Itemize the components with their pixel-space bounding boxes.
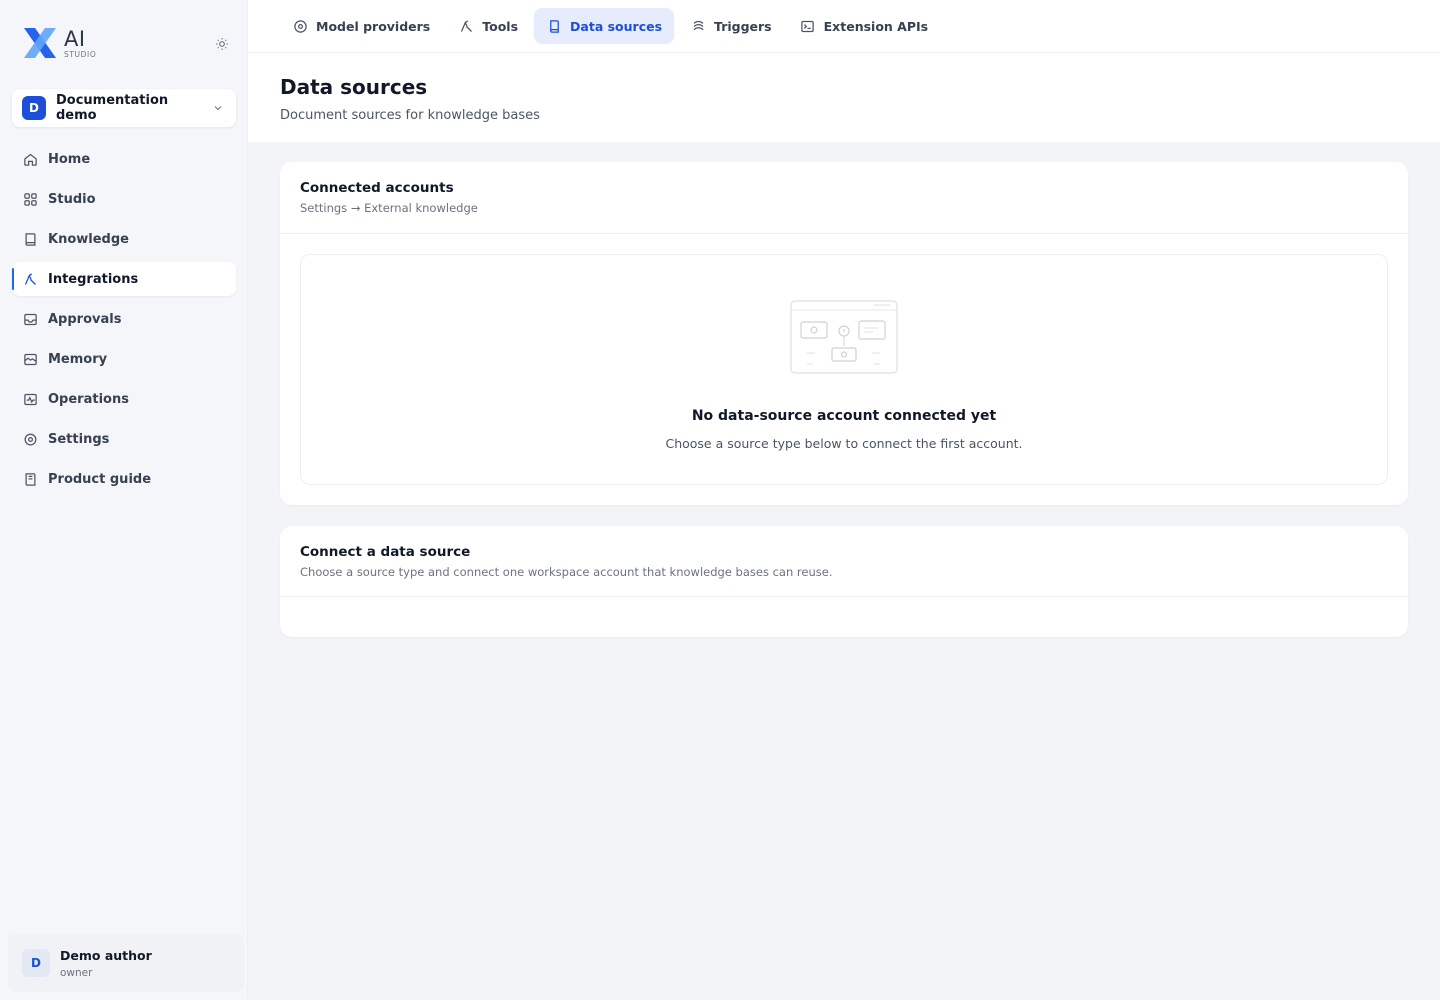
tab-label: Model providers xyxy=(316,18,431,34)
sidebar-item-knowledge[interactable]: Knowledge xyxy=(12,222,236,256)
activity-icon xyxy=(22,391,38,407)
tab-label: Extension APIs xyxy=(823,18,929,34)
sidebar-item-label: Studio xyxy=(48,191,96,207)
sidebar-item-integrations[interactable]: Integrations xyxy=(12,262,236,296)
gear-icon xyxy=(22,431,38,447)
tab-label: Triggers xyxy=(714,18,772,34)
card-header: Connected accounts Settings → External k… xyxy=(280,162,1408,234)
terminal-icon xyxy=(800,18,816,34)
empty-state: No data-source account connected yet Cho… xyxy=(300,254,1388,485)
sidebar-item-label: Home xyxy=(48,151,91,167)
sidebar-item-operations[interactable]: Operations xyxy=(12,382,236,416)
memory-icon xyxy=(22,351,38,367)
top-tab-bar: Model providers Tools Data sources Trigg… xyxy=(248,0,1440,53)
tab-data-sources[interactable]: Data sources xyxy=(534,8,675,44)
sidebar-item-memory[interactable]: Memory xyxy=(12,342,236,376)
home-icon xyxy=(22,151,38,167)
page-header: Data sources Document sources for knowle… xyxy=(248,53,1440,142)
sidebar-item-product-guide[interactable]: Product guide xyxy=(12,462,236,496)
theme-toggle-button[interactable] xyxy=(212,34,232,54)
data-source-icon xyxy=(546,18,562,34)
sidebar-nav: Home Studio Knowledge Integrations Appro… xyxy=(12,142,236,502)
connected-accounts-card: Connected accounts Settings → External k… xyxy=(280,162,1408,505)
sidebar-item-label: Operations xyxy=(48,391,129,407)
sidebar-item-label: Settings xyxy=(48,431,110,447)
book-icon xyxy=(22,231,38,247)
sidebar-item-label: Integrations xyxy=(48,271,139,287)
card-title: Connect a data source xyxy=(300,544,471,560)
tab-model-providers[interactable]: Model providers xyxy=(280,8,442,44)
tab-tools[interactable]: Tools xyxy=(446,8,530,44)
integrations-icon xyxy=(22,271,38,287)
sidebar-item-label: Memory xyxy=(48,351,108,367)
tab-triggers[interactable]: Triggers xyxy=(678,8,784,44)
connect-data-source-card: Connect a data source Choose a source ty… xyxy=(280,526,1408,637)
guide-book-icon xyxy=(22,471,38,487)
inbox-icon xyxy=(22,311,38,327)
tab-label: Data sources xyxy=(570,18,663,34)
tab-extension-apis[interactable]: Extension APIs xyxy=(788,8,940,44)
logo-text: AI xyxy=(64,27,86,51)
tools-icon xyxy=(458,18,474,34)
empty-state-title: No data-source account connected yet xyxy=(691,408,997,424)
grid-icon xyxy=(22,191,38,207)
workspace-name: Documentation demo xyxy=(56,93,169,123)
sun-icon xyxy=(216,38,228,50)
workspace-switcher[interactable]: D Documentation demo xyxy=(12,89,236,127)
workspace-avatar: D xyxy=(22,96,46,120)
integration-tabs: Model providers Tools Data sources Trigg… xyxy=(280,8,944,44)
provider-icon xyxy=(292,18,308,34)
sidebar-item-label: Approvals xyxy=(48,311,122,327)
sidebar-item-label: Knowledge xyxy=(48,231,129,247)
sidebar: AI STUDIO D Documentation demo Home Stud… xyxy=(0,0,248,1000)
breadcrumb: Settings → External knowledge xyxy=(300,201,478,215)
card-subtitle: Choose a source type and connect one wor… xyxy=(300,565,833,579)
user-role: owner xyxy=(60,966,93,979)
empty-illustration-icon xyxy=(790,300,898,374)
sidebar-item-home[interactable]: Home xyxy=(12,142,236,176)
chevron-down-icon xyxy=(212,101,226,115)
sidebar-item-studio[interactable]: Studio xyxy=(12,182,236,216)
app-logo[interactable]: AI STUDIO xyxy=(22,26,142,66)
logo-subtext: STUDIO xyxy=(64,50,97,59)
user-profile[interactable]: D Demo author owner xyxy=(8,934,244,992)
page-title: Data sources xyxy=(280,75,428,99)
card-title: Connected accounts xyxy=(300,180,454,196)
triggers-icon xyxy=(690,18,706,34)
sidebar-item-approvals[interactable]: Approvals xyxy=(12,302,236,336)
card-header: Connect a data source Choose a source ty… xyxy=(280,526,1408,597)
tab-label: Tools xyxy=(482,18,519,34)
user-name: Demo author xyxy=(60,947,152,963)
empty-state-subtitle: Choose a source type below to connect th… xyxy=(665,436,1023,451)
avatar: D xyxy=(22,949,50,977)
x-logo-icon xyxy=(24,28,56,58)
page-subtitle: Document sources for knowledge bases xyxy=(280,108,540,123)
sidebar-item-settings[interactable]: Settings xyxy=(12,422,236,456)
sidebar-item-label: Product guide xyxy=(48,471,152,487)
